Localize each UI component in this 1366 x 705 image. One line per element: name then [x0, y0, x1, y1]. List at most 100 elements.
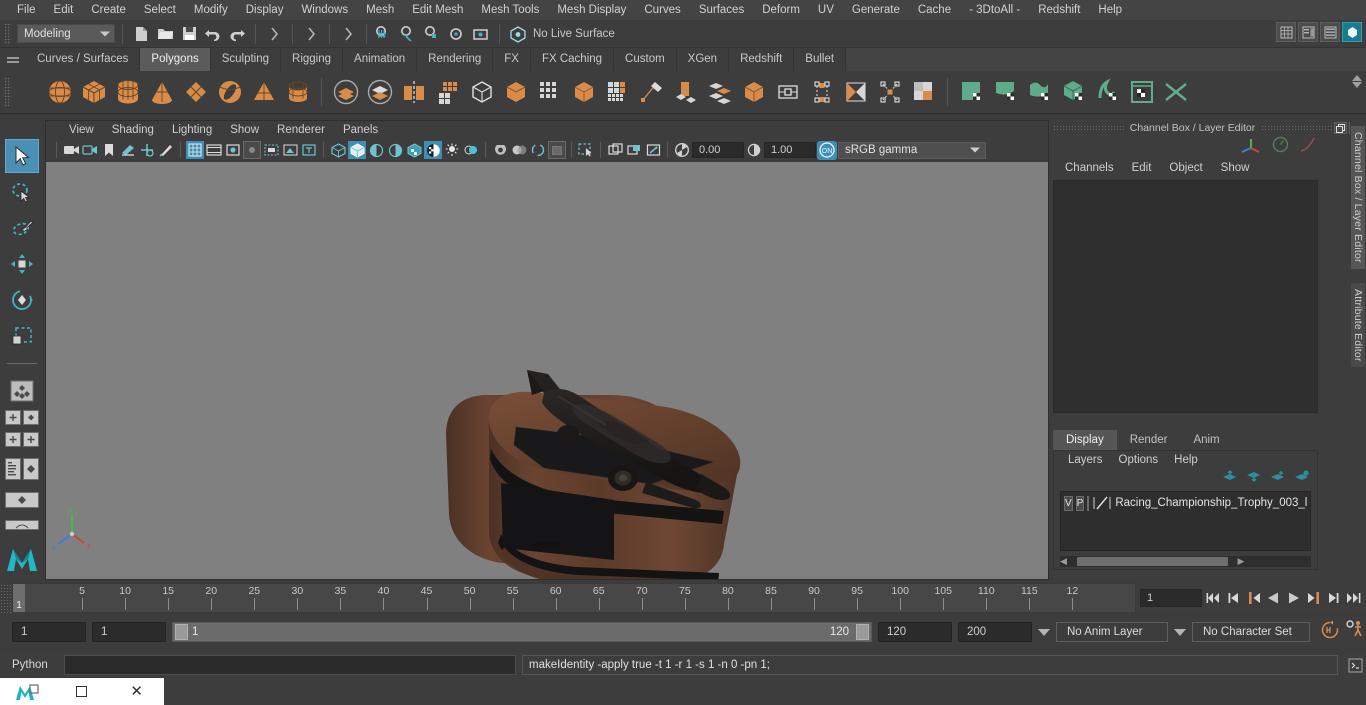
motion-blur-icon[interactable] — [510, 141, 528, 159]
layer-tab-display[interactable]: Display — [1053, 430, 1117, 450]
redshift-material-icon[interactable] — [956, 76, 987, 109]
layer-color-swatch[interactable] — [1092, 495, 1112, 511]
show-hide-channel-box-icon[interactable] — [1320, 22, 1340, 42]
falloff-curve-icon[interactable] — [1299, 136, 1316, 158]
grease-pencil-icon[interactable] — [157, 141, 175, 159]
current-frame-field[interactable]: 1 — [1140, 589, 1202, 607]
anim-layer-dropdown-icon[interactable] — [1038, 628, 1050, 636]
rotate-tool[interactable] — [5, 283, 39, 317]
poly-cone-icon[interactable] — [146, 76, 177, 109]
channelbox-menu-edit[interactable]: Edit — [1124, 162, 1160, 174]
menu-item-edit-mesh[interactable]: Edit Mesh — [403, 0, 472, 20]
channelbox-menu-object[interactable]: Object — [1161, 162, 1210, 174]
shelf-tab-custom[interactable]: Custom — [614, 48, 677, 71]
menu-item-select[interactable]: Select — [135, 0, 185, 20]
shelf-scroll-arrows[interactable] — [1352, 75, 1362, 88]
snap-to-grid-icon[interactable] — [374, 23, 396, 45]
side-tab-channel-box[interactable]: Channel Box / Layer Editor — [1351, 126, 1365, 269]
playback-start-time-field[interactable]: 1 — [92, 622, 166, 642]
viewport-menu-shading[interactable]: Shading — [103, 124, 163, 136]
lasso-select-tool[interactable] — [5, 175, 39, 209]
character-set-dropdown-icon[interactable] — [1174, 628, 1186, 636]
shelf-tab-rigging[interactable]: Rigging — [281, 48, 344, 71]
persp-layout[interactable] — [5, 492, 39, 513]
undock-panel-button[interactable] — [1334, 122, 1347, 134]
time-slider-grip[interactable] — [0, 583, 12, 613]
animation-preferences-icon[interactable] — [1345, 620, 1366, 644]
insert-edge-loop-icon[interactable] — [704, 76, 735, 109]
redshift-hair-icon[interactable] — [1092, 76, 1123, 109]
film-gate-icon[interactable] — [205, 141, 223, 159]
four-view-layout[interactable] — [23, 410, 39, 430]
hardware-texturing-icon[interactable] — [424, 141, 442, 159]
layer-menu-options[interactable]: Options — [1111, 454, 1167, 466]
viewport-menu-view[interactable]: View — [60, 124, 103, 136]
snap-to-view-plane-icon[interactable] — [470, 23, 492, 45]
scroll-up-icon[interactable] — [1352, 75, 1362, 81]
range-slider-track[interactable]: 1 120 — [172, 622, 872, 642]
statusbar-grip[interactable] — [4, 22, 11, 45]
two-pane-layout[interactable] — [5, 432, 21, 452]
step-forward-frame-button[interactable] — [1305, 588, 1322, 608]
exposure-field[interactable]: 0.00 — [692, 142, 744, 158]
channelbox-menu-show[interactable]: Show — [1213, 162, 1258, 174]
menu-item-surfaces[interactable]: Surfaces — [690, 0, 753, 20]
uv-editor-icon[interactable] — [908, 76, 939, 109]
xray-active-components-icon[interactable] — [625, 141, 643, 159]
two-d-pan-zoom-icon[interactable] — [138, 141, 156, 159]
separate-icon[interactable] — [364, 76, 395, 109]
menu-item-mesh-tools[interactable]: Mesh Tools — [472, 0, 548, 20]
shelf-grip[interactable] — [4, 77, 11, 107]
go-to-end-button[interactable] — [1345, 588, 1362, 608]
menu-item-display[interactable]: Display — [237, 0, 293, 20]
go-to-start-button[interactable] — [1205, 588, 1222, 608]
menu-item-mesh[interactable]: Mesh — [357, 0, 403, 20]
menu-item-create[interactable]: Create — [82, 0, 135, 20]
play-backwards-button[interactable] — [1265, 588, 1282, 608]
color-management-toggle-icon[interactable]: ON — [817, 140, 837, 160]
text-overlay-icon[interactable] — [300, 141, 318, 159]
layer-row[interactable]: V P Racing_Championship_Trophy_003_la — [1064, 495, 1307, 511]
append-poly-icon[interactable] — [568, 76, 599, 109]
use-all-lights-icon[interactable] — [386, 141, 404, 159]
dock-grip-left[interactable] — [1053, 124, 1124, 132]
menu-item-uv[interactable]: UV — [809, 0, 843, 20]
combine-icon[interactable] — [330, 76, 361, 109]
snap-to-curve-icon[interactable] — [398, 23, 420, 45]
shelf-menu-icon[interactable] — [0, 48, 26, 71]
poly-cylinder-icon[interactable] — [112, 76, 143, 109]
quad-draw-icon[interactable] — [670, 76, 701, 109]
wireframe-shading-icon[interactable] — [329, 141, 347, 159]
select-tool[interactable] — [5, 139, 39, 173]
menu-item-generate[interactable]: Generate — [843, 0, 909, 20]
play-forwards-button[interactable] — [1285, 588, 1302, 608]
paint-select-tool[interactable] — [5, 211, 39, 245]
maya-app-icon[interactable] — [7, 680, 47, 704]
exposure-toggle-icon[interactable] — [262, 141, 280, 159]
new-scene-icon[interactable] — [130, 23, 152, 45]
menu-item-file[interactable]: File — [8, 0, 45, 20]
scroll-right-icon[interactable]: ▶ — [1238, 556, 1245, 567]
lighting-icon[interactable] — [443, 141, 461, 159]
undo-icon[interactable] — [202, 23, 224, 45]
slide-edge-icon[interactable] — [772, 76, 803, 109]
current-time-indicator[interactable]: 1 — [13, 584, 25, 612]
shelf-tab-fx[interactable]: FX — [493, 48, 531, 71]
select-by-object-icon[interactable] — [300, 23, 322, 45]
move-tool[interactable] — [5, 247, 39, 281]
smooth-icon[interactable] — [432, 76, 463, 109]
extrude-icon[interactable] — [466, 76, 497, 109]
layer-tab-render[interactable]: Render — [1116, 430, 1181, 450]
command-language-label[interactable]: Python — [12, 659, 58, 671]
speed-gauge-icon[interactable] — [1272, 136, 1289, 158]
menu-set-selector[interactable]: Modeling — [17, 24, 115, 43]
viewport-menu-panels[interactable]: Panels — [334, 124, 387, 136]
bevel-icon[interactable] — [500, 76, 531, 109]
range-right-handle[interactable] — [856, 624, 869, 640]
redo-icon[interactable] — [226, 23, 248, 45]
poly-pipe-icon[interactable] — [282, 76, 313, 109]
move-layer-up-icon[interactable] — [1222, 469, 1237, 488]
shelf-tab-animation[interactable]: Animation — [343, 48, 418, 71]
poly-torus-icon[interactable] — [214, 76, 245, 109]
select-by-hierarchy-icon[interactable] — [263, 23, 285, 45]
